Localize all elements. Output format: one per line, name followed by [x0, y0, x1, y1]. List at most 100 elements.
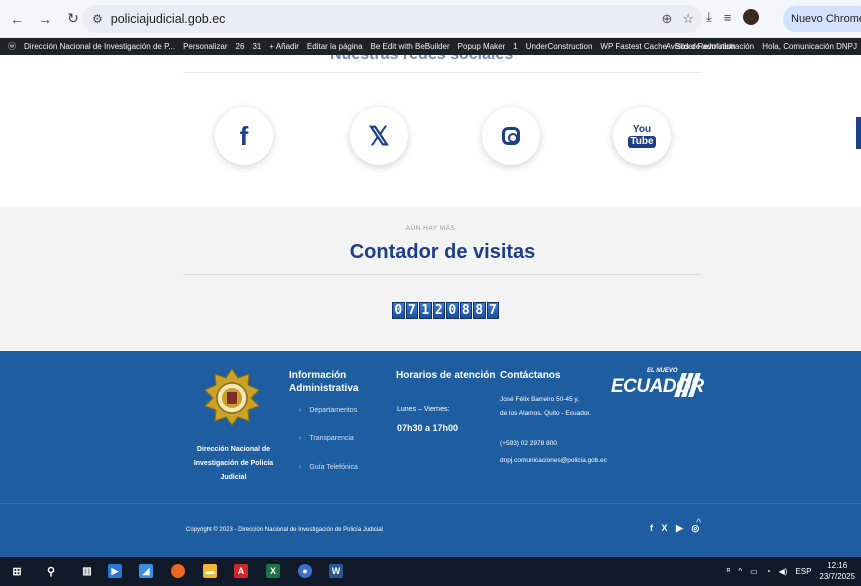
system-tray: ᴿ ^ ▭ ◔ ◀) ESP 12:16 23/7/2025	[727, 560, 855, 582]
footer-link-guia-telefonica[interactable]: Guía Telefónica	[299, 464, 358, 471]
profile-avatar[interactable]	[743, 9, 760, 25]
counter-digit: 8	[459, 302, 472, 319]
back-icon[interactable]: ←	[6, 8, 28, 30]
info-column-title: Información Administrativa	[289, 370, 359, 394]
divider	[183, 72, 701, 73]
wp-popup-maker[interactable]: Popup Maker	[458, 42, 506, 51]
app-icon[interactable]: ◢	[139, 564, 153, 578]
section-kicker: AÚN HAY MÁS	[405, 225, 456, 232]
brand-small-text: EL NUEVO	[647, 368, 678, 374]
hours-days: Lunes – Viernes:	[397, 406, 450, 413]
firefox-icon[interactable]	[171, 564, 185, 578]
x-twitter-icon: 𝕏	[368, 120, 390, 151]
wp-logo-icon[interactable]: ⓦ	[8, 41, 16, 52]
hours-time: 07h30 a 17h00	[397, 423, 459, 433]
clock-time: 12:16	[827, 561, 848, 570]
reading-list-icon[interactable]: ≡	[724, 10, 732, 25]
contact-column-title: Contáctanos	[500, 370, 561, 381]
footer-link-departamentos[interactable]: Departamentos	[299, 407, 357, 414]
youtube-link[interactable]: You Tube	[613, 107, 671, 165]
counter-digit: 8	[473, 302, 486, 319]
divider	[0, 503, 861, 504]
bookmark-star-icon[interactable]: ☆	[682, 11, 694, 27]
windows-start-icon[interactable]: ⊞	[10, 564, 24, 578]
visit-counter: 0 7 1 2 0 8 8 7	[392, 302, 499, 319]
instagram-icon	[502, 127, 520, 145]
windows-taskbar: ⊞ ⚲ ▥ ▶ ◢ ▬ A X ● W ᴿ ^ ▭ ◔ ◀) ESP 12:16…	[0, 557, 861, 586]
language-indicator[interactable]: ESP	[795, 567, 811, 576]
wp-site-name[interactable]: Dirección Nacional de Investigación de P…	[24, 42, 175, 51]
forward-icon[interactable]: →	[34, 8, 56, 30]
facebook-link[interactable]: f	[215, 107, 273, 165]
search-icon[interactable]: ⚲	[44, 564, 58, 578]
youtube-tube-text: Tube	[628, 135, 656, 148]
address-bar[interactable]: ⚙ policiajudicial.gob.ec ⊕ ☆	[82, 5, 702, 33]
wp-fastest-cache[interactable]: WP Fastest Cache	[600, 42, 667, 51]
el-nuevo-ecuador-logo: EL NUEVO ECUADOR	[611, 368, 704, 406]
wp-add-new[interactable]: + Añadir	[269, 42, 299, 51]
wp-edit-page[interactable]: Editar la página	[307, 42, 363, 51]
person-icon[interactable]: ᴿ	[727, 567, 731, 576]
contact-address-line1: José Félix Barreiro 50-45 y,	[500, 396, 579, 403]
site-info-icon[interactable]: ⚙	[92, 12, 103, 26]
facebook-icon: f	[239, 120, 249, 151]
counter-digit: 7	[486, 302, 499, 319]
clock-date: 23/7/2025	[819, 572, 855, 581]
counter-digit: 0	[446, 302, 459, 319]
section-title-partial: Nuestras redes sociales	[330, 55, 513, 64]
browser-toolbar: ← → ↻ ⚙ policiajudicial.gob.ec ⊕ ☆ ⤓ ≡ N…	[0, 0, 861, 38]
divider	[183, 274, 701, 275]
counter-digit: 2	[432, 302, 445, 319]
page-content: Nuestras redes sociales f 𝕏 You Tube AÚN…	[0, 55, 861, 557]
counter-title: Contador de visitas	[349, 241, 536, 263]
brand-bars-icon	[674, 373, 701, 397]
social-section: Nuestras redes sociales f 𝕏 You Tube	[0, 55, 861, 207]
wp-bebuilder[interactable]: Be Edit with BeBuilder	[371, 42, 450, 51]
counter-digit: 7	[405, 302, 418, 319]
url-text: policiajudicial.gob.ec	[110, 12, 226, 26]
instagram-link[interactable]	[482, 107, 540, 165]
site-footer: Dirección Nacional de Investigación de P…	[0, 351, 861, 557]
task-view-icon[interactable]: ▥	[80, 564, 94, 578]
youtube-icon: You Tube	[628, 123, 656, 148]
footer-org-name: Dirección Nacional de Investigación de P…	[193, 446, 274, 481]
media-player-icon[interactable]: ▶	[108, 564, 122, 578]
excel-icon[interactable]: X	[266, 564, 280, 578]
x-twitter-link[interactable]: 𝕏	[350, 107, 408, 165]
reload-icon[interactable]: ↻	[62, 8, 84, 30]
file-explorer-icon[interactable]: ▬	[203, 564, 217, 578]
clock[interactable]: 12:16 23/7/2025	[819, 560, 855, 582]
wp-popup-count: 1	[513, 42, 518, 51]
wp-comments[interactable]: 31	[252, 42, 261, 51]
network-icon[interactable]: ▭	[750, 567, 758, 576]
footer-social-icons[interactable]: f X ▶ ◎	[650, 523, 702, 534]
wifi-icon[interactable]: ◔	[766, 567, 771, 576]
download-icon[interactable]: ⤓	[706, 9, 712, 25]
wp-admin-bar: ⓦ Dirección Nacional de Investigación de…	[0, 38, 861, 55]
hours-column-title: Horarios de atención	[396, 370, 496, 381]
chrome-update-button[interactable]: Nuevo Chrome disponible	[783, 6, 861, 32]
chrome-icon[interactable]: ●	[298, 564, 312, 578]
counter-digit: 0	[392, 302, 405, 319]
offscreen-social-icon[interactable]	[856, 117, 861, 149]
tray-chevron-icon[interactable]: ^	[738, 567, 742, 576]
pdf-reader-icon[interactable]: A	[234, 564, 248, 578]
visit-counter-section: AÚN HAY MÁS Contador de visitas 0 7 1 2 …	[0, 207, 861, 351]
wp-user-greeting[interactable]: Hola, Comunicación DNPJ	[762, 42, 857, 51]
footer-link-transparencia[interactable]: Transparencia	[299, 435, 354, 442]
contact-address-line2: de los Alamos. Quito - Ecuador.	[500, 410, 592, 417]
wp-updates[interactable]: 26	[236, 42, 245, 51]
wp-underconstruction[interactable]: UnderConstruction	[526, 42, 593, 51]
zoom-icon[interactable]: ⊕	[661, 11, 672, 27]
youtube-you-text: You	[632, 123, 652, 135]
wp-customize[interactable]: Personalizar	[183, 42, 227, 51]
volume-icon[interactable]: ◀)	[779, 567, 788, 576]
wp-admin-notices[interactable]: Avisos de administración	[666, 42, 754, 51]
scroll-to-top-icon[interactable]: ^	[696, 517, 701, 529]
contact-email[interactable]: dnpj.comunicaciones@policia.gob.ec	[500, 457, 607, 464]
police-seal-logo	[204, 368, 260, 426]
copyright-text: Copyright © 2023 - Dirección Nacional de…	[186, 527, 383, 533]
word-icon[interactable]: W	[329, 564, 343, 578]
counter-digit: 1	[419, 302, 432, 319]
contact-phone[interactable]: (+593) 02 2978 800	[500, 440, 557, 447]
